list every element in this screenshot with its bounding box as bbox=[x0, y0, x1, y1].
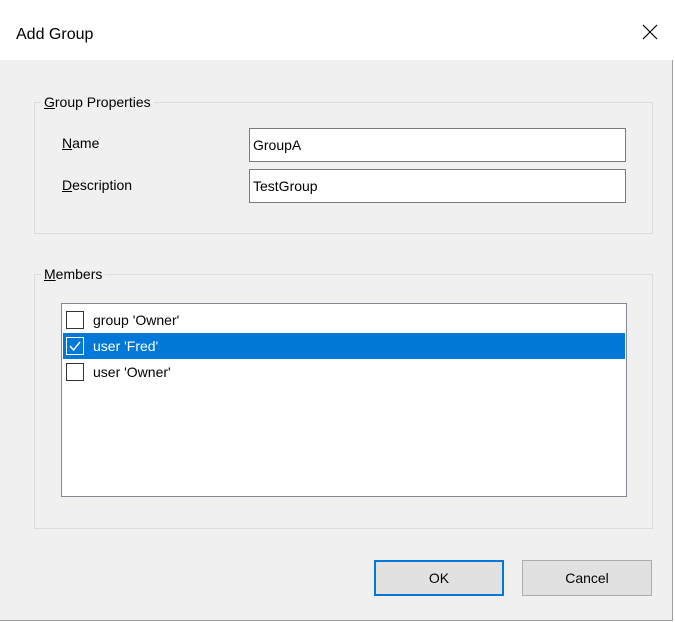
member-checkbox[interactable] bbox=[66, 311, 84, 329]
ok-button[interactable]: OK bbox=[374, 560, 504, 596]
description-input[interactable] bbox=[249, 169, 626, 203]
member-item-group-owner[interactable]: group 'Owner' bbox=[63, 307, 625, 333]
title-bar: Add Group bbox=[0, 0, 673, 60]
members-legend: Members bbox=[44, 266, 103, 282]
member-item-label: user 'Owner' bbox=[93, 364, 171, 380]
cancel-button[interactable]: Cancel bbox=[522, 560, 652, 596]
close-icon bbox=[642, 24, 658, 40]
member-item-user-fred[interactable]: user 'Fred' bbox=[63, 333, 625, 359]
group-properties-legend: Group Properties bbox=[44, 94, 151, 110]
name-label: Name bbox=[62, 135, 100, 151]
dialog-title: Add Group bbox=[16, 26, 94, 43]
member-checkbox[interactable] bbox=[66, 337, 84, 355]
name-input[interactable] bbox=[249, 128, 626, 162]
description-label: Description bbox=[62, 177, 133, 193]
members-checklist[interactable]: group 'Owner' user 'Fred' user 'Owner' bbox=[61, 303, 627, 497]
checkmark-icon bbox=[69, 341, 81, 352]
member-item-label: user 'Fred' bbox=[93, 338, 159, 354]
close-button[interactable] bbox=[627, 12, 673, 52]
member-checkbox[interactable] bbox=[66, 363, 84, 381]
member-item-label: group 'Owner' bbox=[93, 312, 180, 328]
add-group-dialog: Add Group Group Properties Name Descript… bbox=[0, 0, 673, 621]
member-item-user-owner[interactable]: user 'Owner' bbox=[63, 359, 625, 385]
group-properties-groupbox: Group Properties bbox=[34, 95, 653, 234]
